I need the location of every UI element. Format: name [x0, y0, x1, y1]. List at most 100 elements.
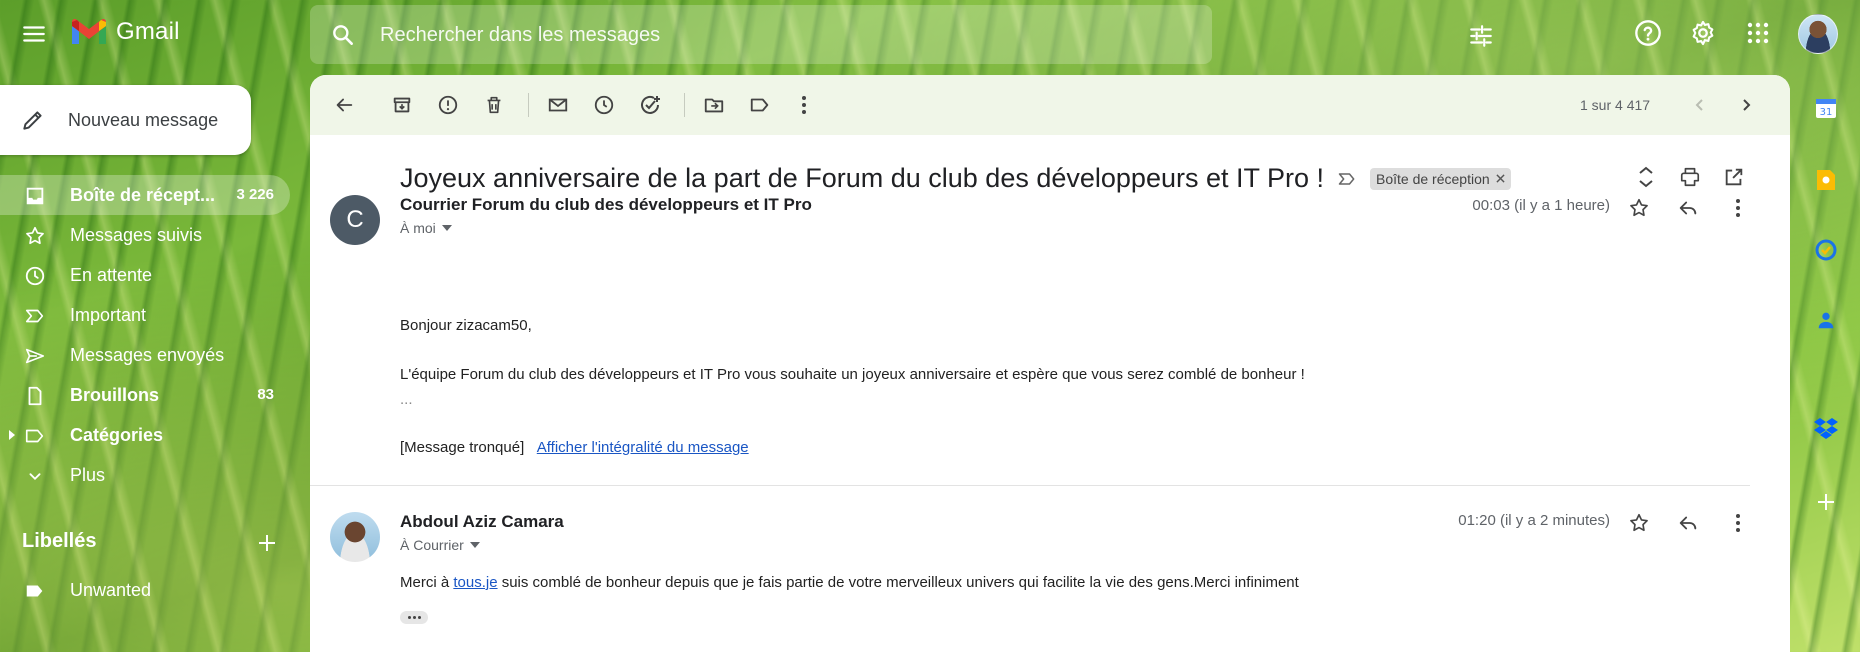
sidebar-label-unwanted[interactable]: Unwanted — [0, 570, 290, 610]
label-icon — [25, 429, 44, 443]
show-trimmed-content-button[interactable] — [400, 611, 428, 624]
main-menu-button[interactable] — [14, 14, 54, 54]
view-full-message-link[interactable]: Afficher l'intégralité du message — [537, 439, 749, 456]
message-more-button[interactable] — [1724, 194, 1752, 222]
reply-icon — [1679, 516, 1697, 530]
sender-avatar[interactable] — [330, 512, 380, 562]
search-options-icon[interactable] — [1468, 23, 1494, 49]
star-button[interactable] — [1625, 509, 1653, 537]
chevron-left-icon — [1695, 99, 1703, 111]
dropbox-addon-button[interactable] — [1812, 414, 1840, 442]
sidebar-item-important[interactable]: Important — [0, 295, 290, 335]
sender-name[interactable]: Courrier Forum du club des développeurs … — [400, 195, 812, 215]
help-icon — [1635, 20, 1661, 46]
gmail-logo[interactable]: Gmail — [70, 18, 180, 46]
tasks-app-button[interactable] — [1812, 236, 1840, 264]
sender-avatar[interactable]: C — [330, 195, 380, 245]
more-vert-icon — [1736, 514, 1740, 532]
label-icon — [750, 98, 769, 112]
newer-button[interactable] — [1684, 89, 1716, 121]
recipient-text: À Courrier — [400, 537, 464, 553]
add-label-button[interactable] — [252, 528, 282, 558]
calendar-app-button[interactable]: 31 — [1812, 94, 1840, 122]
scrollbar[interactable] — [1772, 135, 1788, 652]
compose-label: Nouveau message — [68, 109, 219, 130]
search-bar[interactable] — [310, 5, 1492, 64]
account-avatar[interactable] — [1798, 14, 1838, 54]
spam-icon — [438, 95, 458, 115]
app-name: Gmail — [116, 18, 180, 45]
sidebar-item-label: Unwanted — [70, 580, 152, 600]
message-body: Merci à tous.je suis comblé de bonheur d… — [400, 574, 1299, 591]
hamburger-icon — [23, 26, 45, 42]
label-tag-icon — [26, 585, 43, 597]
message-subject: Joyeux anniversaire de la part de Forum … — [400, 163, 1325, 193]
inbox-icon — [26, 187, 44, 205]
keep-icon — [1817, 170, 1835, 190]
labels-button[interactable] — [744, 89, 776, 121]
recipient-toggle[interactable]: À moi — [400, 220, 452, 236]
get-addons-button[interactable] — [1812, 488, 1840, 516]
message-body: L'équipe Forum du club des développeurs … — [400, 366, 1305, 383]
keep-app-button[interactable] — [1812, 166, 1840, 194]
chip-label: Boîte de réception — [1376, 170, 1490, 187]
search-icon[interactable] — [328, 20, 358, 50]
move-to-button[interactable] — [698, 89, 730, 121]
search-input[interactable] — [380, 19, 1140, 51]
more-options-button[interactable] — [788, 89, 820, 121]
snooze-button[interactable] — [588, 89, 620, 121]
sidebar-item-starred[interactable]: Messages suivis — [0, 215, 290, 255]
important-icon — [25, 309, 44, 323]
draft-file-icon — [28, 386, 42, 406]
message-more-button[interactable] — [1724, 509, 1752, 537]
compose-button[interactable]: Nouveau message — [0, 85, 251, 155]
sidebar-item-label: En attente — [70, 265, 153, 285]
message-time: 00:03 (il y a 1 heure) — [1472, 197, 1610, 214]
reply-icon — [1679, 201, 1697, 215]
svg-text:31: 31 — [1820, 107, 1833, 118]
help-button[interactable] — [1630, 15, 1666, 51]
body-link[interactable]: tous.je — [453, 574, 497, 591]
archive-button[interactable] — [386, 89, 418, 121]
archive-icon — [393, 97, 411, 113]
contacts-icon — [1818, 312, 1834, 329]
subject-row: Joyeux anniversaire de la part de Forum … — [400, 163, 1511, 194]
avatar-letter: C — [346, 206, 364, 233]
message-ellipsis[interactable]: ... — [400, 391, 413, 408]
expand-all-button[interactable] — [1632, 163, 1660, 191]
apps-grid-icon — [1747, 22, 1769, 44]
chevron-down-icon — [29, 473, 41, 481]
sidebar-item-sent[interactable]: Messages envoyés — [0, 335, 290, 375]
mail-icon — [548, 98, 568, 112]
delete-button[interactable] — [478, 89, 510, 121]
sidebar-item-count: 83 — [257, 386, 274, 403]
reply-button[interactable] — [1674, 194, 1702, 222]
unfold-icon — [1639, 166, 1653, 188]
sender-name[interactable]: Abdoul Aziz Camara — [400, 512, 564, 532]
reply-button[interactable] — [1674, 509, 1702, 537]
sidebar-item-snoozed[interactable]: En attente — [0, 255, 290, 295]
labels-heading: Libellés — [22, 530, 97, 552]
sidebar-item-inbox[interactable]: Boîte de récept... 3 226 — [0, 175, 290, 215]
apps-button[interactable] — [1740, 15, 1776, 51]
star-button[interactable] — [1625, 194, 1653, 222]
sidebar-item-count: 3 226 — [236, 186, 274, 203]
star-icon — [26, 226, 44, 245]
sidebar-item-drafts[interactable]: Brouillons 83 — [0, 375, 290, 415]
truncated-notice: [Message tronqué] Afficher l'intégralité… — [400, 439, 749, 456]
report-spam-button[interactable] — [432, 89, 464, 121]
sidebar-item-more[interactable]: Plus — [0, 455, 290, 495]
contacts-app-button[interactable] — [1812, 306, 1840, 334]
add-to-tasks-button[interactable] — [634, 89, 666, 121]
recipient-toggle[interactable]: À Courrier — [400, 537, 480, 553]
mark-unread-button[interactable] — [542, 89, 574, 121]
older-button[interactable] — [1730, 89, 1762, 121]
close-icon[interactable] — [1496, 174, 1505, 183]
print-button[interactable] — [1676, 163, 1704, 191]
important-marker-icon[interactable] — [1336, 169, 1358, 189]
send-icon — [25, 348, 45, 364]
open-new-window-button[interactable] — [1720, 163, 1748, 191]
sidebar-item-categories[interactable]: Catégories — [0, 415, 290, 455]
settings-button[interactable] — [1685, 15, 1721, 51]
back-button[interactable] — [328, 89, 360, 121]
